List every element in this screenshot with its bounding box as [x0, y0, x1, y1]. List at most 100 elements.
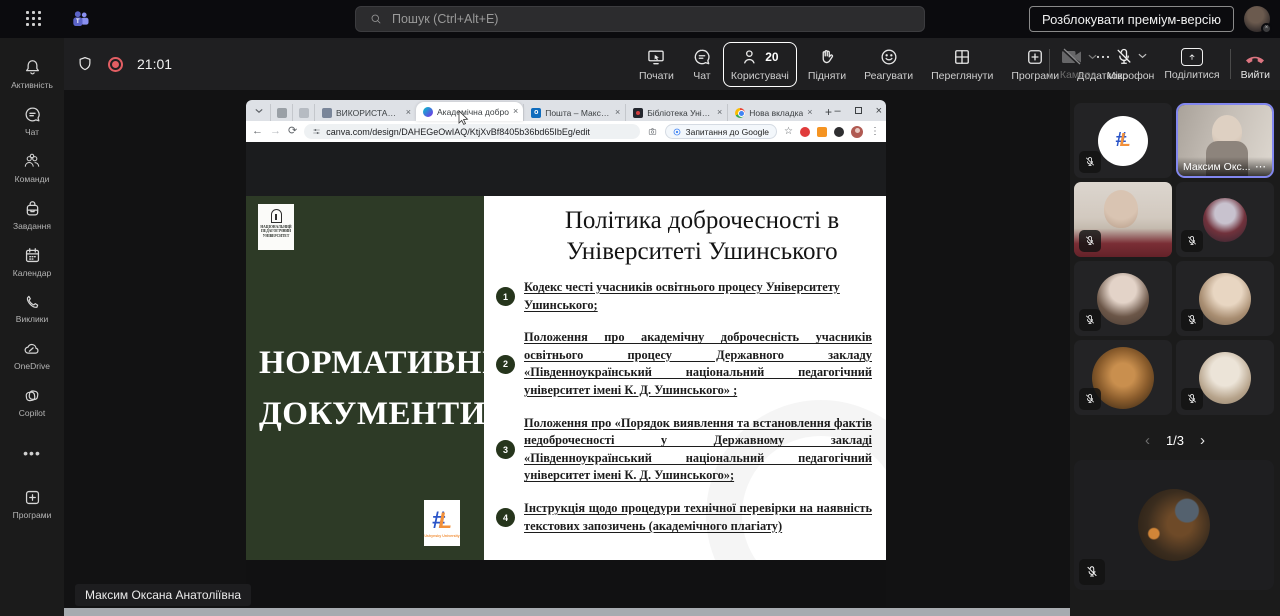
window-maximize-icon: [855, 107, 862, 114]
tab-favicon: [322, 108, 332, 118]
participants-button[interactable]: 20 Користувачі: [723, 42, 797, 87]
tab-close-icon: ×: [807, 108, 812, 117]
participant-avatar: [1203, 198, 1247, 242]
plus-square-icon: [23, 488, 42, 507]
google-lens-icon: [673, 128, 681, 136]
list-item: 3 Положення про «Порядок виявлення та вс…: [496, 415, 872, 485]
sidebar-item-onedrive[interactable]: OneDrive: [2, 332, 62, 379]
participants-panel: # L Максим Окс... ⋯: [1070, 90, 1280, 616]
chat-bubble-icon: [692, 47, 712, 67]
search-input[interactable]: Пошук (Ctrl+Alt+E): [355, 6, 925, 32]
tab-close-icon: ×: [406, 108, 411, 117]
sidebar-item-calls[interactable]: Виклики: [2, 285, 62, 332]
copilot-icon: [23, 387, 41, 405]
tab-close-icon: ×: [717, 108, 722, 117]
teams-logo-icon: T: [70, 8, 92, 30]
site-info-icon: [312, 127, 321, 136]
meeting-toolbar: 21:01 Почати Чат: [64, 38, 1280, 90]
sidebar-item-apps[interactable]: Програми: [2, 480, 62, 527]
browser-profile-icon: [851, 126, 863, 138]
person-icon: [741, 47, 761, 67]
library-favicon: [633, 108, 643, 118]
raise-hand-button[interactable]: Підняти: [801, 43, 853, 86]
add-app-icon: [1025, 47, 1045, 67]
slide-left-panel: НАЦІОНАЛЬНИЙ ПЕДАГОГІЧНИЙ УНІВЕРСИТЕТ НО…: [246, 196, 484, 560]
react-button[interactable]: Реагувати: [857, 43, 920, 86]
leave-button[interactable]: Вийти: [1241, 48, 1270, 81]
pinned-tab: [292, 104, 314, 121]
participant-tile[interactable]: [1074, 182, 1172, 257]
address-bar: canva.com/design/DAHEGeOwIAQ/KtjXvBf8405…: [304, 124, 640, 139]
item-number-badge: 3: [496, 440, 515, 459]
outlook-favicon: o: [531, 108, 541, 118]
presentation-slide: НАЦІОНАЛЬНИЙ ПЕДАГОГІЧНИЙ УНІВЕРСИТЕТ НО…: [246, 196, 886, 560]
browser-toolbar: ← → ⟳ canva.com/design/DAHEGeOwIAQ/KtjXv…: [246, 121, 886, 142]
item-number-badge: 4: [496, 508, 515, 527]
mouse-cursor: [458, 110, 469, 125]
reload-icon: ⟳: [288, 126, 297, 137]
participant-avatar-cat: [1092, 347, 1154, 409]
search-placeholder: Пошук (Ctrl+Alt+E): [392, 12, 498, 26]
participant-tile[interactable]: [1176, 340, 1274, 415]
mic-muted-badge: [1181, 230, 1203, 252]
participant-avatar: [1199, 352, 1251, 404]
slide-content-panel: Політика доброчесності в Університеті Уш…: [484, 196, 886, 560]
extension-adblock-icon: [800, 127, 810, 137]
microphone-button[interactable]: Мікрофон: [1107, 47, 1155, 82]
forward-icon: →: [270, 126, 281, 137]
item-number-badge: 2: [496, 355, 515, 374]
phone-icon: [23, 293, 41, 311]
document-list: 1 Кодекс честі учасників освітнього проц…: [496, 279, 872, 535]
svg-text:T: T: [76, 19, 80, 25]
view-button[interactable]: Переглянути: [924, 43, 1000, 86]
chevron-down-icon[interactable]: [1088, 54, 1097, 60]
participant-avatar-painting: [1138, 489, 1210, 561]
mic-muted-badge: [1181, 388, 1203, 410]
canva-editor-background: [246, 142, 886, 196]
backpack-icon: [23, 199, 42, 218]
user-avatar[interactable]: ×: [1244, 6, 1270, 32]
sidebar-item-calendar[interactable]: Календар: [2, 238, 62, 285]
screen-share-icon: [645, 47, 667, 67]
participant-tile[interactable]: [1074, 261, 1172, 336]
browser-tab: Нова вкладка ×: [727, 104, 817, 121]
canva-favicon: [423, 107, 433, 117]
chevron-down-icon[interactable]: [1138, 53, 1147, 59]
window-minimize-icon: –: [834, 105, 840, 117]
participant-tile-active-speaker[interactable]: Максим Окс... ⋯: [1176, 103, 1274, 178]
browser-tab-active: Академічна добро ×: [416, 102, 523, 121]
app-launcher-icon[interactable]: [26, 11, 42, 27]
university-emblem-icon: [271, 209, 282, 223]
participant-tile[interactable]: # L: [1074, 103, 1172, 178]
unlock-premium-button[interactable]: Розблокувати преміум-версію: [1029, 6, 1234, 32]
window-close-icon: ×: [876, 105, 882, 117]
next-page-icon[interactable]: ›: [1200, 432, 1205, 449]
chat-button[interactable]: Чат: [685, 43, 719, 86]
camera-button[interactable]: Камера: [1060, 48, 1097, 81]
teams-meeting-window: T Пошук (Ctrl+Alt+E) Розблокувати преміу…: [0, 0, 1280, 616]
start-presenting-button[interactable]: Почати: [632, 43, 681, 86]
people-group-icon: [22, 152, 42, 171]
sidebar-item-teams[interactable]: Команди: [2, 144, 62, 191]
tab-close-icon: ×: [615, 108, 620, 117]
participant-tile[interactable]: [1074, 340, 1172, 415]
participant-tile[interactable]: [1176, 182, 1274, 257]
participant-tile[interactable]: [1176, 261, 1274, 336]
sidebar-item-activity[interactable]: Активність: [2, 50, 62, 97]
browser-tab: Бібліотека Універс ×: [625, 104, 727, 121]
sidebar-item-chat[interactable]: Чат: [2, 97, 62, 144]
ask-google-button: Запитання до Google: [665, 124, 777, 139]
tile-more-icon[interactable]: ⋯: [1255, 160, 1267, 173]
bookmark-star-icon: ☆: [784, 126, 793, 137]
item-number-badge: 1: [496, 287, 515, 306]
share-page-icon: [647, 127, 658, 137]
share-button[interactable]: Поділитися: [1164, 48, 1219, 81]
smiley-icon: [879, 47, 899, 67]
tab-search-icon: [250, 102, 268, 120]
sidebar-item-assignments[interactable]: Завдання: [2, 191, 62, 238]
sidebar-more-icon[interactable]: •••: [2, 436, 62, 470]
self-view-tile[interactable]: [1074, 460, 1274, 590]
browser-tab: ВИКОРИСТАННЯ У ×: [314, 104, 416, 121]
sidebar-item-copilot[interactable]: Copilot: [2, 379, 62, 426]
prev-page-icon[interactable]: ‹: [1145, 432, 1150, 449]
